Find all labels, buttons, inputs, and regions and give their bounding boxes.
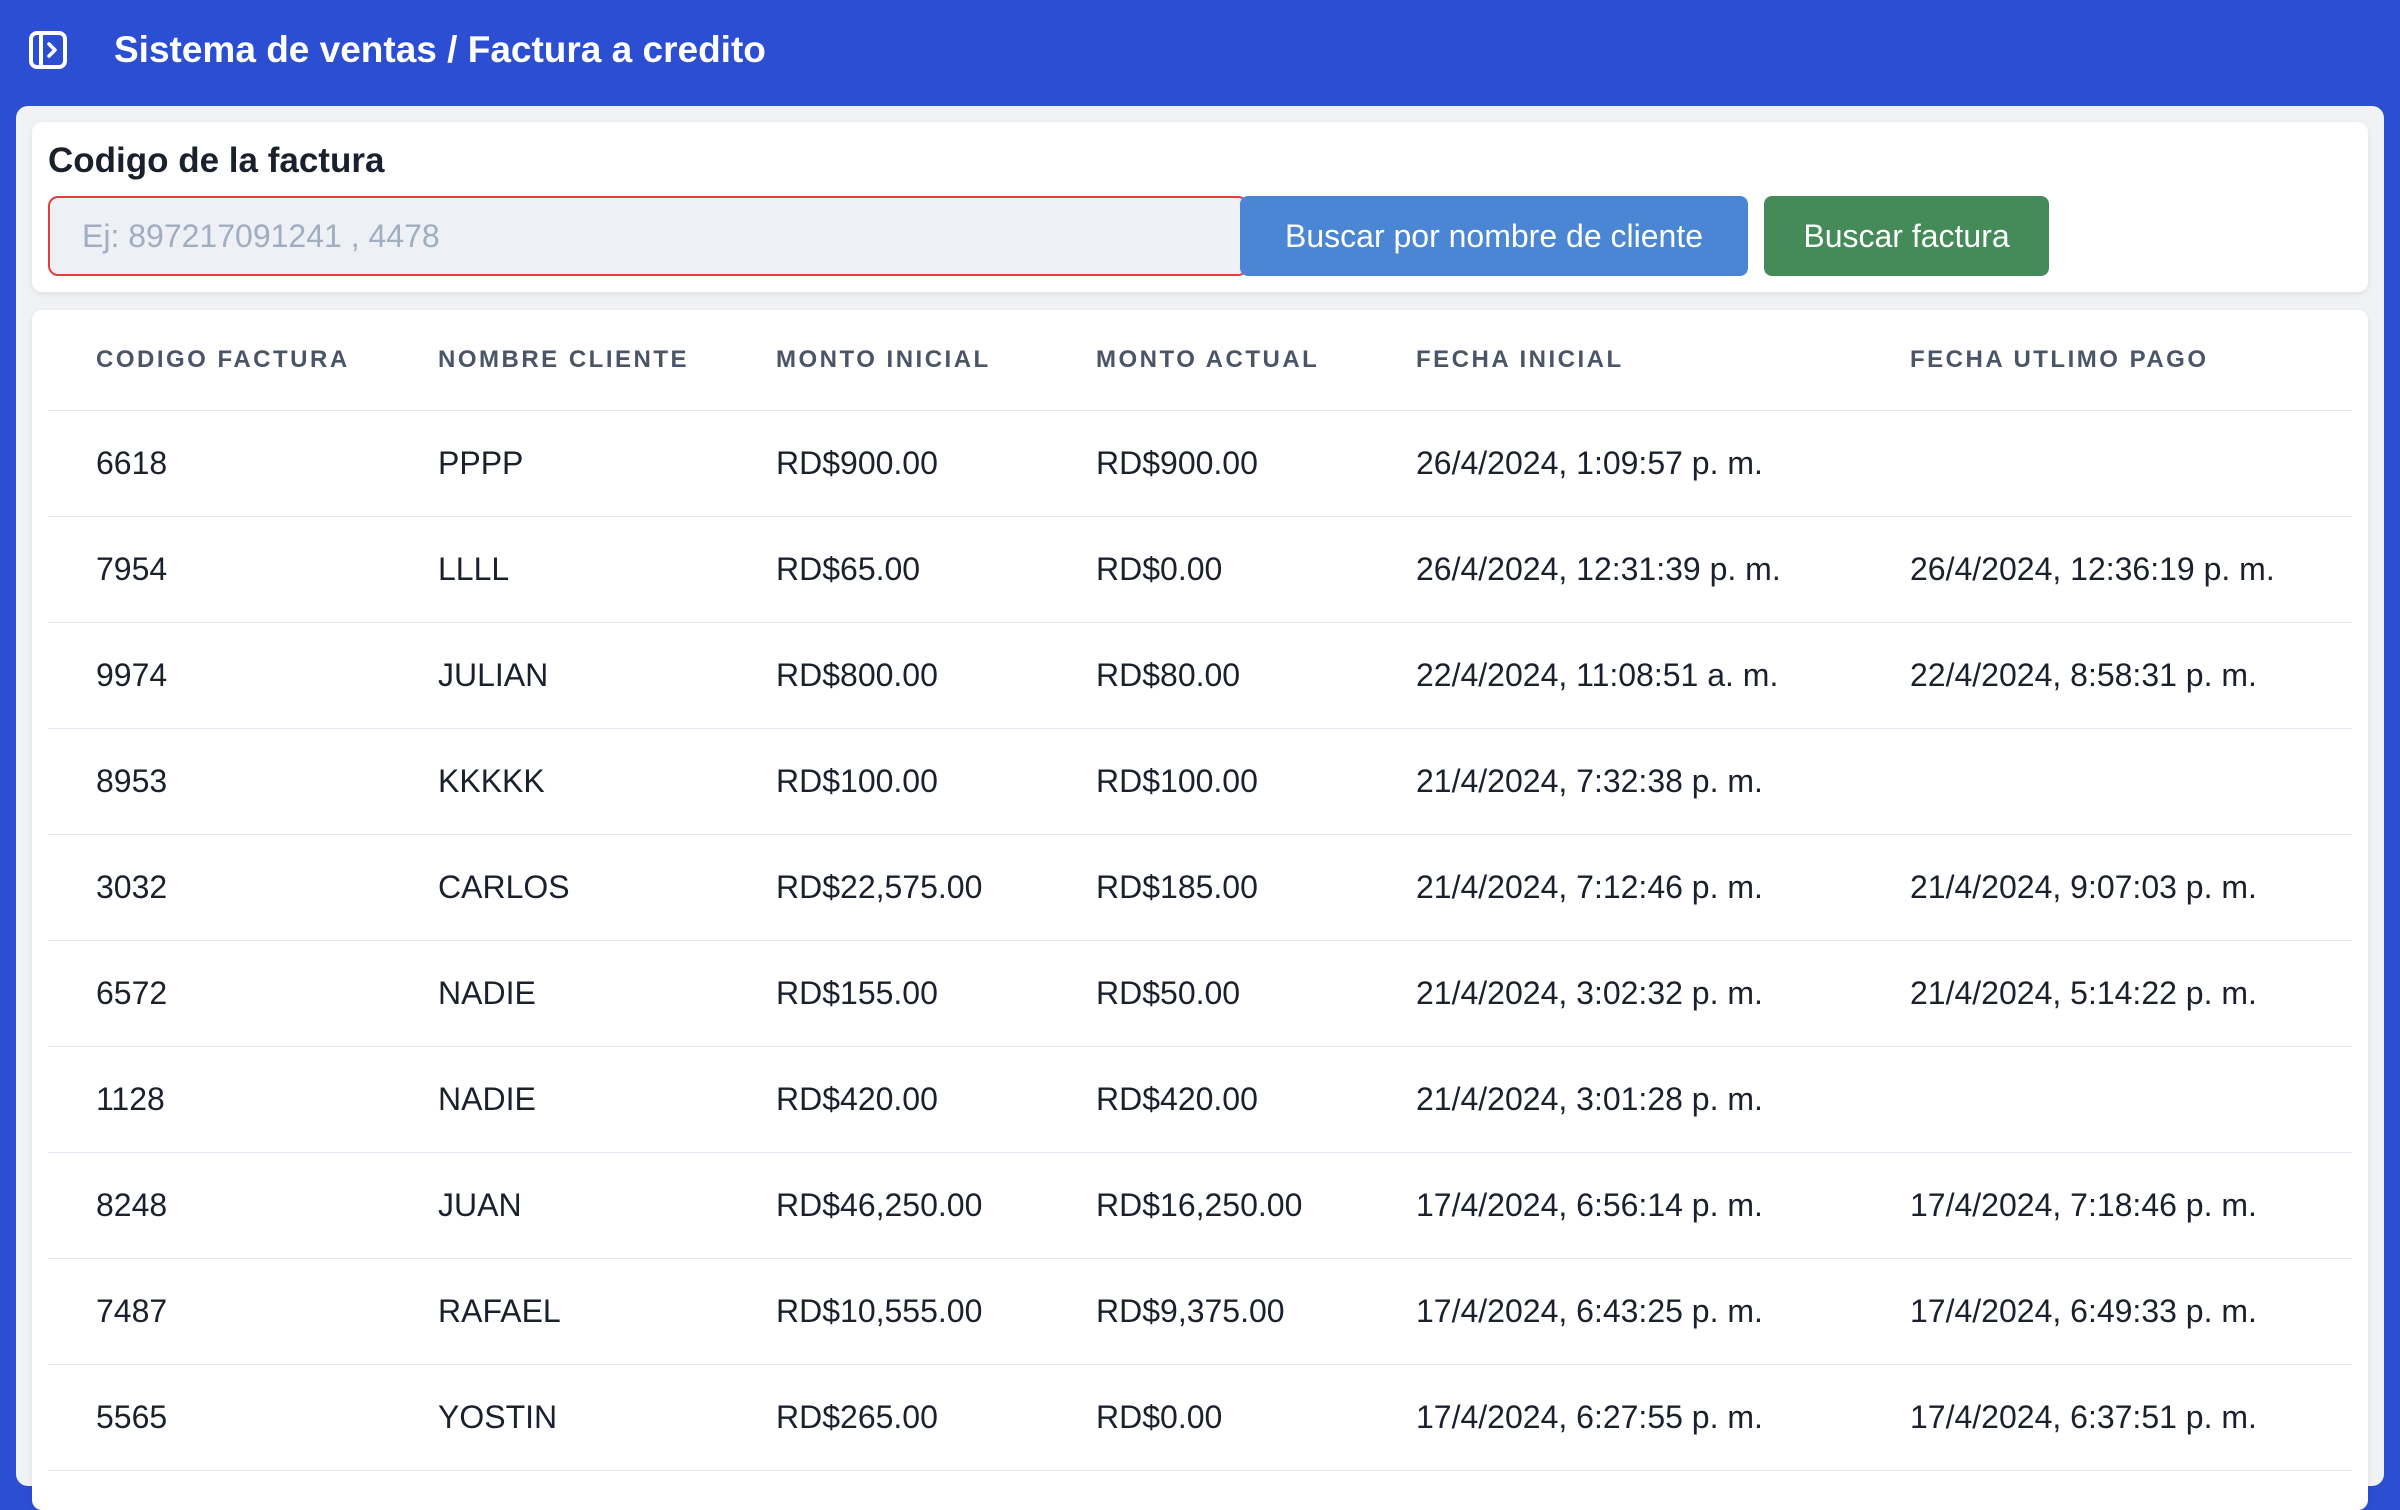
cell-monto-actual: RD$900.00 — [1048, 410, 1368, 517]
table-row[interactable]: 6618 PPPP RD$900.00 RD$900.00 26/4/2024, 1:0… — [48, 410, 2352, 517]
cell-nombre-cliente: NADIE — [390, 940, 728, 1047]
table-row[interactable]: 5565 YOSTIN RD$265.00 RD$0.00 17/4/2024, 6:2… — [48, 1364, 2352, 1471]
header-monto-inicial: MONTO INICIAL — [728, 310, 1048, 411]
cell-monto-actual: RD$9,375.00 — [1048, 1258, 1368, 1365]
cell-nombre-cliente: YOSTIN — [390, 1364, 728, 1471]
cell-fecha-inicial: 22/4/2024, 11:08:51 a. m. — [1368, 622, 1862, 729]
cell-monto-inicial: RD$22,575.00 — [728, 834, 1048, 941]
header-monto-actual: MONTO ACTUAL — [1048, 310, 1368, 411]
table-row[interactable]: 8248 JUAN RD$46,250.00 RD$16,250.00 17/4/202… — [48, 1152, 2352, 1259]
sidebar-toggle-icon — [29, 31, 67, 69]
cell-monto-actual: RD$80.00 — [1048, 622, 1368, 729]
cell-monto-inicial: RD$900.00 — [728, 410, 1048, 517]
cell-monto-inicial: RD$10,555.00 — [728, 1258, 1048, 1365]
invoice-code-label: Codigo de la factura — [48, 141, 385, 180]
cell-nombre-cliente: JUAN — [390, 1152, 728, 1259]
invoices-table-card: CODIGO FACTURA NOMBRE CLIENTE MONTO INICIA… — [32, 310, 2368, 1510]
cell-fecha-ultimo-pago: 22/4/2024, 8:58:31 p. m. — [1862, 622, 2352, 729]
header-fecha-ultimo-pago: FECHA UTLIMO PAGO — [1862, 310, 2352, 411]
cell-fecha-inicial: 26/4/2024, 1:09:57 p. m. — [1368, 410, 1862, 517]
header-nombre-cliente: NOMBRE CLIENTE — [390, 310, 728, 411]
cell-fecha-ultimo-pago — [1862, 728, 2352, 835]
cell-codigo-factura: 6618 — [48, 410, 390, 517]
cell-monto-inicial: RD$46,250.00 — [728, 1152, 1048, 1259]
cell-fecha-inicial: 17/4/2024, 6:27:55 p. m. — [1368, 1364, 1862, 1471]
cell-nombre-cliente: NADIE — [390, 1046, 728, 1153]
cell-codigo-factura: 6572 — [48, 940, 390, 1047]
cell-fecha-ultimo-pago — [1862, 1046, 2352, 1153]
cell-fecha-ultimo-pago: 17/4/2024, 6:37:51 p. m. — [1862, 1364, 2352, 1471]
cell-monto-actual: RD$16,250.00 — [1048, 1152, 1368, 1259]
cell-monto-inicial: RD$420.00 — [728, 1046, 1048, 1153]
top-bar: Sistema de ventas / Factura a credito — [0, 0, 2400, 104]
cell-monto-actual: RD$0.00 — [1048, 516, 1368, 623]
table-row[interactable]: 3032 CARLOS RD$22,575.00 RD$185.00 21/4/2024… — [48, 834, 2352, 941]
cell-nombre-cliente: RAFAEL — [390, 1258, 728, 1365]
cell-monto-inicial: RD$155.00 — [728, 940, 1048, 1047]
cell-codigo-factura: 9974 — [48, 622, 390, 729]
cell-monto-actual: RD$420.00 — [1048, 1046, 1368, 1153]
page-title: Sistema de ventas / Factura a credito — [114, 29, 766, 70]
cell-fecha-inicial: 26/4/2024, 12:31:39 p. m. — [1368, 516, 1862, 623]
search-by-client-button[interactable]: Buscar por nombre de cliente — [1240, 196, 1748, 276]
search-card: Codigo de la factura Buscar por nombre d… — [32, 122, 2368, 292]
search-invoice-button[interactable]: Buscar factura — [1764, 196, 2049, 276]
cell-fecha-ultimo-pago — [1862, 410, 2352, 517]
cell-fecha-inicial: 21/4/2024, 3:01:28 p. m. — [1368, 1046, 1862, 1153]
invoice-code-input[interactable] — [48, 196, 1248, 276]
cell-nombre-cliente: CARLOS — [390, 834, 728, 941]
cell-codigo-factura: 5565 — [48, 1364, 390, 1471]
cell-fecha-inicial: 17/4/2024, 6:56:14 p. m. — [1368, 1152, 1862, 1259]
cell-fecha-ultimo-pago: 26/4/2024, 12:36:19 p. m. — [1862, 516, 2352, 623]
table-row[interactable]: 9974 JULIAN RD$800.00 RD$80.00 22/4/2024, 11… — [48, 622, 2352, 729]
cell-fecha-ultimo-pago: 21/4/2024, 9:07:03 p. m. — [1862, 834, 2352, 941]
cell-codigo-factura: 8248 — [48, 1152, 390, 1259]
cell-fecha-ultimo-pago: 21/4/2024, 5:14:22 p. m. — [1862, 940, 2352, 1047]
table-header-row: CODIGO FACTURA NOMBRE CLIENTE MONTO INICIA… — [48, 310, 2352, 411]
table-row[interactable]: 7487 RAFAEL RD$10,555.00 RD$9,375.00 17/4/20… — [48, 1258, 2352, 1365]
cell-nombre-cliente: PPPP — [390, 410, 728, 517]
table-body: 6618 PPPP RD$900.00 RD$900.00 26/4/2024, 1:0… — [48, 410, 2352, 1471]
cell-codigo-factura: 8953 — [48, 728, 390, 835]
table-row[interactable]: 8953 KKKKK RD$100.00 RD$100.00 21/4/2024, 7:… — [48, 728, 2352, 835]
cell-monto-actual: RD$185.00 — [1048, 834, 1368, 941]
cell-monto-actual: RD$100.00 — [1048, 728, 1368, 835]
cell-nombre-cliente: KKKKK — [390, 728, 728, 835]
cell-monto-actual: RD$50.00 — [1048, 940, 1368, 1047]
cell-fecha-inicial: 21/4/2024, 3:02:32 p. m. — [1368, 940, 1862, 1047]
cell-codigo-factura: 3032 — [48, 834, 390, 941]
cell-nombre-cliente: JULIAN — [390, 622, 728, 729]
cell-monto-inicial: RD$265.00 — [728, 1364, 1048, 1471]
cell-codigo-factura: 1128 — [48, 1046, 390, 1153]
cell-fecha-ultimo-pago: 17/4/2024, 7:18:46 p. m. — [1862, 1152, 2352, 1259]
cell-fecha-inicial: 21/4/2024, 7:32:38 p. m. — [1368, 728, 1862, 835]
cell-fecha-inicial: 21/4/2024, 7:12:46 p. m. — [1368, 834, 1862, 941]
header-codigo-factura: CODIGO FACTURA — [48, 310, 390, 411]
cell-fecha-inicial: 17/4/2024, 6:43:25 p. m. — [1368, 1258, 1862, 1365]
cell-codigo-factura: 7487 — [48, 1258, 390, 1365]
cell-monto-actual: RD$0.00 — [1048, 1364, 1368, 1471]
table-row[interactable]: 7954 LLLL RD$65.00 RD$0.00 26/4/2024, 12:31:… — [48, 516, 2352, 623]
invoices-table: CODIGO FACTURA NOMBRE CLIENTE MONTO INICIA… — [48, 310, 2352, 1471]
cell-nombre-cliente: LLLL — [390, 516, 728, 623]
sidebar-toggle-button[interactable] — [28, 30, 68, 70]
header-fecha-inicial: FECHA INICIAL — [1368, 310, 1862, 411]
cell-monto-inicial: RD$65.00 — [728, 516, 1048, 623]
cell-codigo-factura: 7954 — [48, 516, 390, 623]
cell-monto-inicial: RD$100.00 — [728, 728, 1048, 835]
cell-fecha-ultimo-pago: 17/4/2024, 6:49:33 p. m. — [1862, 1258, 2352, 1365]
table-row[interactable]: 6572 NADIE RD$155.00 RD$50.00 21/4/2024, 3:0… — [48, 940, 2352, 1047]
main-content: Codigo de la factura Buscar por nombre d… — [16, 106, 2384, 1510]
cell-monto-inicial: RD$800.00 — [728, 622, 1048, 729]
table-row[interactable]: 1128 NADIE RD$420.00 RD$420.00 21/4/2024, 3:… — [48, 1046, 2352, 1153]
